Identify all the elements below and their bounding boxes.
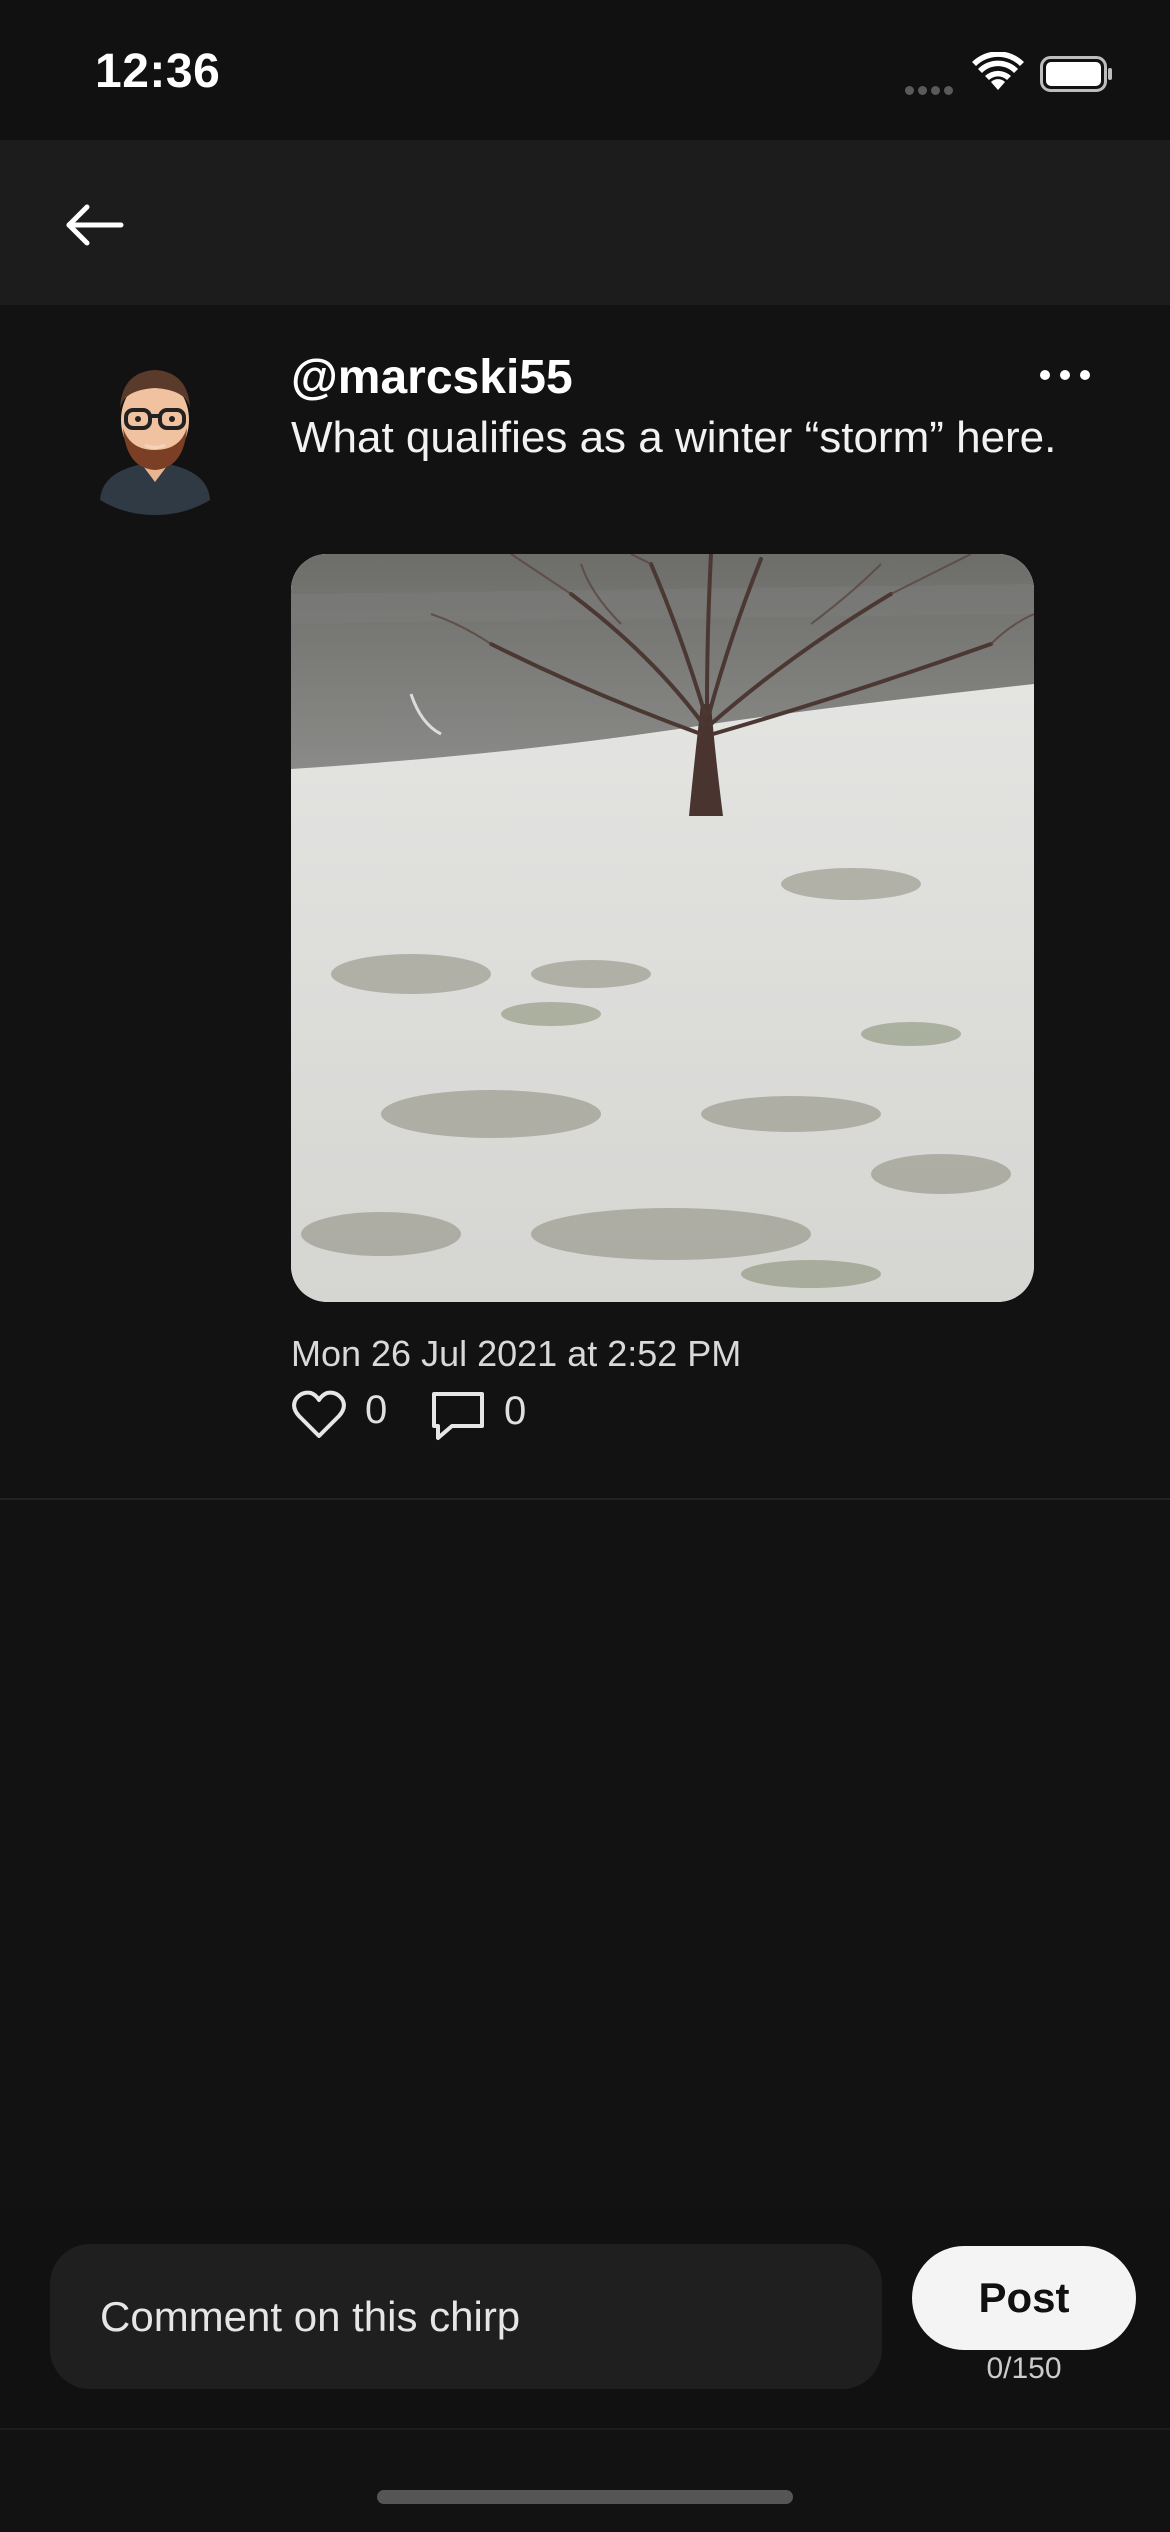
nav-bar bbox=[0, 140, 1170, 305]
comment-count: 0 bbox=[504, 1388, 527, 1433]
wifi-icon bbox=[972, 51, 1024, 97]
post-timestamp: Mon 26 Jul 2021 at 2:52 PM bbox=[291, 1333, 742, 1374]
comment-input[interactable] bbox=[50, 2244, 882, 2389]
cellular-signal-icon bbox=[905, 82, 957, 100]
comment-composer: Post 0/150 bbox=[0, 2208, 1170, 2430]
post-photo[interactable] bbox=[291, 554, 1034, 1302]
avatar[interactable] bbox=[90, 350, 220, 520]
home-indicator bbox=[377, 2490, 793, 2504]
back-button[interactable] bbox=[60, 190, 130, 260]
char-counter: 0/150 bbox=[986, 2352, 1062, 2385]
back-arrow-icon bbox=[66, 204, 124, 246]
post-text: What qualifies as a winter “storm” here. bbox=[291, 413, 1057, 462]
battery-icon bbox=[1040, 56, 1114, 97]
chirp-post: @marcski55 What qualifies as a winter “s… bbox=[0, 305, 1170, 1500]
post-button[interactable]: Post bbox=[912, 2246, 1136, 2350]
status-bar: 12:36 bbox=[0, 0, 1170, 140]
comment-icon bbox=[432, 1392, 484, 1440]
like-count: 0 bbox=[365, 1387, 388, 1432]
status-time: 12:36 bbox=[95, 45, 221, 98]
username[interactable]: @marcski55 bbox=[291, 350, 573, 405]
heart-icon bbox=[292, 1390, 346, 1438]
more-options-icon[interactable] bbox=[1040, 365, 1090, 385]
comment-button[interactable]: 0 bbox=[430, 1388, 527, 1442]
like-button[interactable]: 0 bbox=[291, 1387, 388, 1440]
